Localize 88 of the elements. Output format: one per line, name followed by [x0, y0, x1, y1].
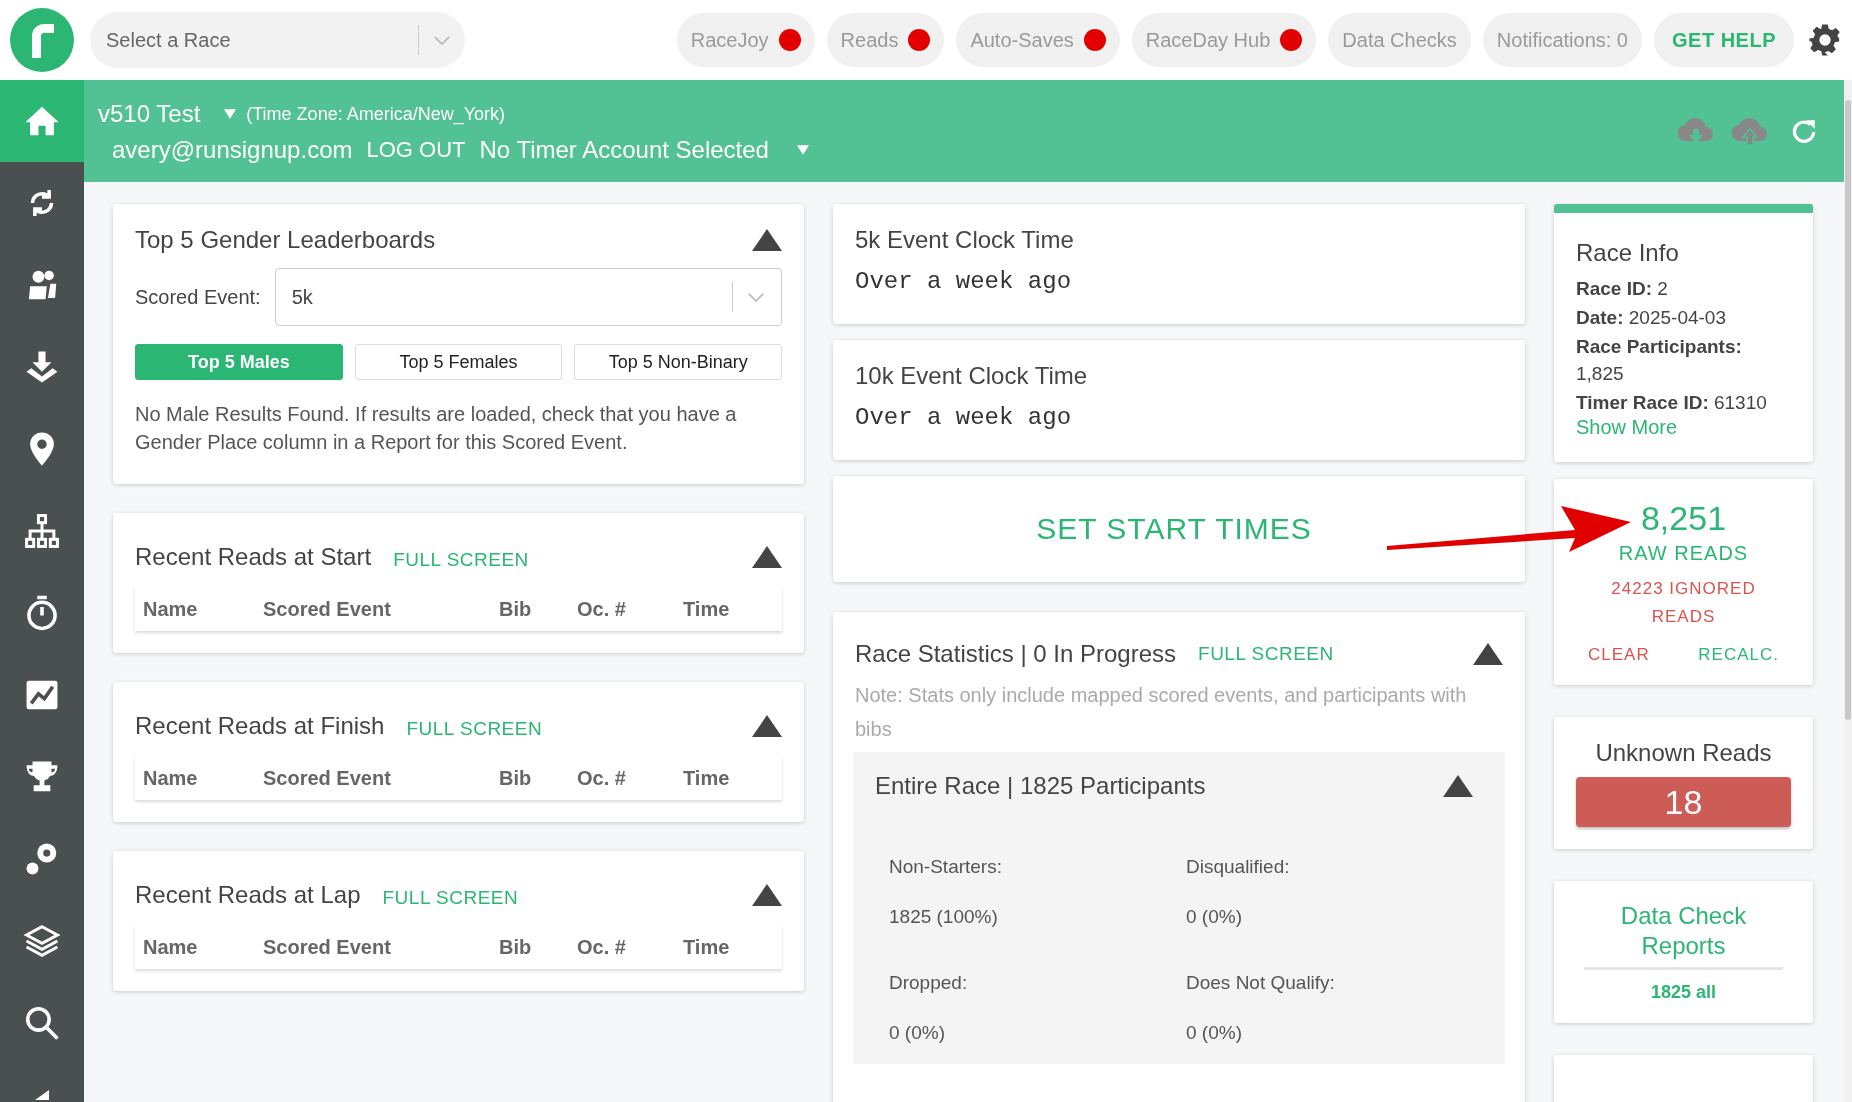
- info-field: Race ID: 2: [1576, 275, 1791, 302]
- status-pill[interactable]: Reads: [826, 13, 945, 67]
- panel-title: Entire Race | 1825 Participants: [875, 772, 1206, 800]
- column-header[interactable]: Bib: [499, 935, 577, 959]
- chevron-down-icon: [433, 34, 451, 46]
- gender-tab[interactable]: Top 5 Females: [354, 344, 563, 380]
- ignored-reads: 24223 IGNORED READS: [1610, 578, 1757, 628]
- race-name[interactable]: v510 Test: [98, 100, 201, 128]
- raw-reads-label: RAW READS: [1618, 542, 1749, 565]
- column-header[interactable]: Oc. #: [577, 597, 683, 621]
- caret-icon: [35, 1090, 49, 1100]
- clear-link[interactable]: CLEAR: [1588, 645, 1650, 665]
- stat-value: 1825 (100%): [889, 906, 999, 928]
- gender-tab[interactable]: Top 5 Males: [135, 344, 343, 380]
- logo[interactable]: [10, 8, 74, 72]
- settings-icon[interactable]: [1808, 23, 1842, 57]
- info-field: Race Participants: 1,825: [1576, 333, 1791, 387]
- stats-note: Note: Stats only include mapped scored events, and participants with bibs: [855, 683, 1468, 742]
- scrollbar-thumb[interactable]: [1845, 100, 1851, 720]
- time-zone: (Time Zone: America/New_York): [246, 103, 506, 125]
- column-header[interactable]: Name: [143, 935, 263, 959]
- column-header[interactable]: Bib: [499, 766, 577, 790]
- logout-link[interactable]: LOG OUT: [366, 137, 466, 163]
- scored-event-select[interactable]: 5k: [274, 268, 782, 326]
- data-check-count-link[interactable]: 1825 all: [1650, 982, 1717, 1003]
- status-pill[interactable]: Auto-Saves: [956, 13, 1120, 67]
- column-header[interactable]: Scored Event: [263, 935, 499, 959]
- stat-value: 0 (0%): [1186, 906, 1243, 928]
- stat-value: 0 (0%): [1186, 1022, 1243, 1044]
- clock-time: Over a week ago: [855, 268, 1073, 295]
- card-title: Recent Reads at Lap: [135, 881, 361, 909]
- column-header[interactable]: Scored Event: [263, 766, 499, 790]
- column-header[interactable]: Scored Event: [263, 597, 499, 621]
- user-email: avery@runsignup.com: [112, 136, 353, 164]
- full-screen-link[interactable]: FULL SCREEN: [406, 718, 543, 740]
- collapse-icon[interactable]: [752, 715, 782, 737]
- column-header[interactable]: Oc. #: [577, 766, 683, 790]
- status-pill[interactable]: Notifications: 0: [1482, 13, 1642, 67]
- race-select[interactable]: Select a Race: [90, 12, 465, 68]
- card-title: Top 5 Gender Leaderboards: [135, 226, 436, 254]
- unknown-reads-button[interactable]: 18: [1576, 777, 1791, 827]
- column-header[interactable]: Time: [683, 935, 730, 959]
- collapse-icon[interactable]: [1473, 643, 1503, 665]
- info-field: Date: 2025-04-03: [1576, 304, 1791, 331]
- timer-account-select[interactable]: No Timer Account Selected: [479, 136, 769, 164]
- info-field: Timer Race ID: 61310: [1576, 389, 1791, 416]
- help-button[interactable]: GET HELP: [1654, 13, 1794, 67]
- collapse-icon[interactable]: [752, 884, 782, 906]
- card-title: 10k Event Clock Time: [855, 362, 1089, 390]
- raw-read-count: 8,251: [1640, 499, 1727, 538]
- gender-tab[interactable]: Top 5 Non-Binary: [574, 344, 782, 380]
- column-header[interactable]: Name: [143, 597, 263, 621]
- sitemap-icon: [23, 512, 61, 550]
- data-check-link[interactable]: Data Check Reports: [1584, 901, 1783, 970]
- search-icon: [23, 1004, 61, 1042]
- full-screen-link[interactable]: FULL SCREEN: [382, 887, 519, 909]
- status-pill[interactable]: Data Checks: [1328, 13, 1471, 67]
- column-header[interactable]: Oc. #: [577, 935, 683, 959]
- stat-label: Does Not Qualify:: [1186, 972, 1336, 994]
- column-header[interactable]: Time: [683, 597, 730, 621]
- collapse-icon[interactable]: [752, 546, 782, 568]
- card-title: 5k Event Clock Time: [855, 226, 1075, 254]
- column-header[interactable]: Name: [143, 766, 263, 790]
- column-header[interactable]: Time: [683, 766, 730, 790]
- card-title: Recent Reads at Finish: [135, 712, 385, 740]
- collapse-icon[interactable]: [752, 229, 782, 251]
- stat-label: Disqualified:: [1186, 856, 1291, 878]
- card-title: Recent Reads at Start: [135, 543, 372, 571]
- status-pill[interactable]: RaceJoy: [676, 13, 815, 67]
- card-title: Unknown Reads: [1595, 739, 1772, 767]
- chevron-down-icon: [747, 291, 765, 303]
- full-screen-link[interactable]: FULL SCREEN: [393, 549, 529, 571]
- empty-message: No Male Results Found. If results are loaded, check that you have a Gender Place column in a Report for this Scored Event.: [135, 402, 738, 455]
- stat-value: 0 (0%): [889, 1022, 946, 1044]
- full-screen-link[interactable]: FULL SCREEN: [1198, 643, 1334, 665]
- card-title: Race Info: [1576, 239, 1680, 267]
- set-start-times-link[interactable]: SET START TIMES: [1036, 512, 1312, 546]
- stat-label: Non-Starters:: [889, 856, 1003, 878]
- layers-icon: [23, 922, 61, 960]
- collapse-icon[interactable]: [1443, 775, 1473, 797]
- column-header[interactable]: Bib: [499, 597, 577, 621]
- show-more-link[interactable]: Show More: [1576, 416, 1678, 438]
- stat-label: Dropped:: [889, 972, 969, 994]
- status-pill[interactable]: RaceDay Hub: [1131, 13, 1317, 67]
- clock-time: Over a week ago: [855, 404, 1073, 431]
- recalc-link[interactable]: RECALC.: [1698, 645, 1779, 665]
- card-title: Race Statistics | 0 In Progress: [855, 640, 1177, 668]
- field-label: Scored Event:: [135, 285, 261, 309]
